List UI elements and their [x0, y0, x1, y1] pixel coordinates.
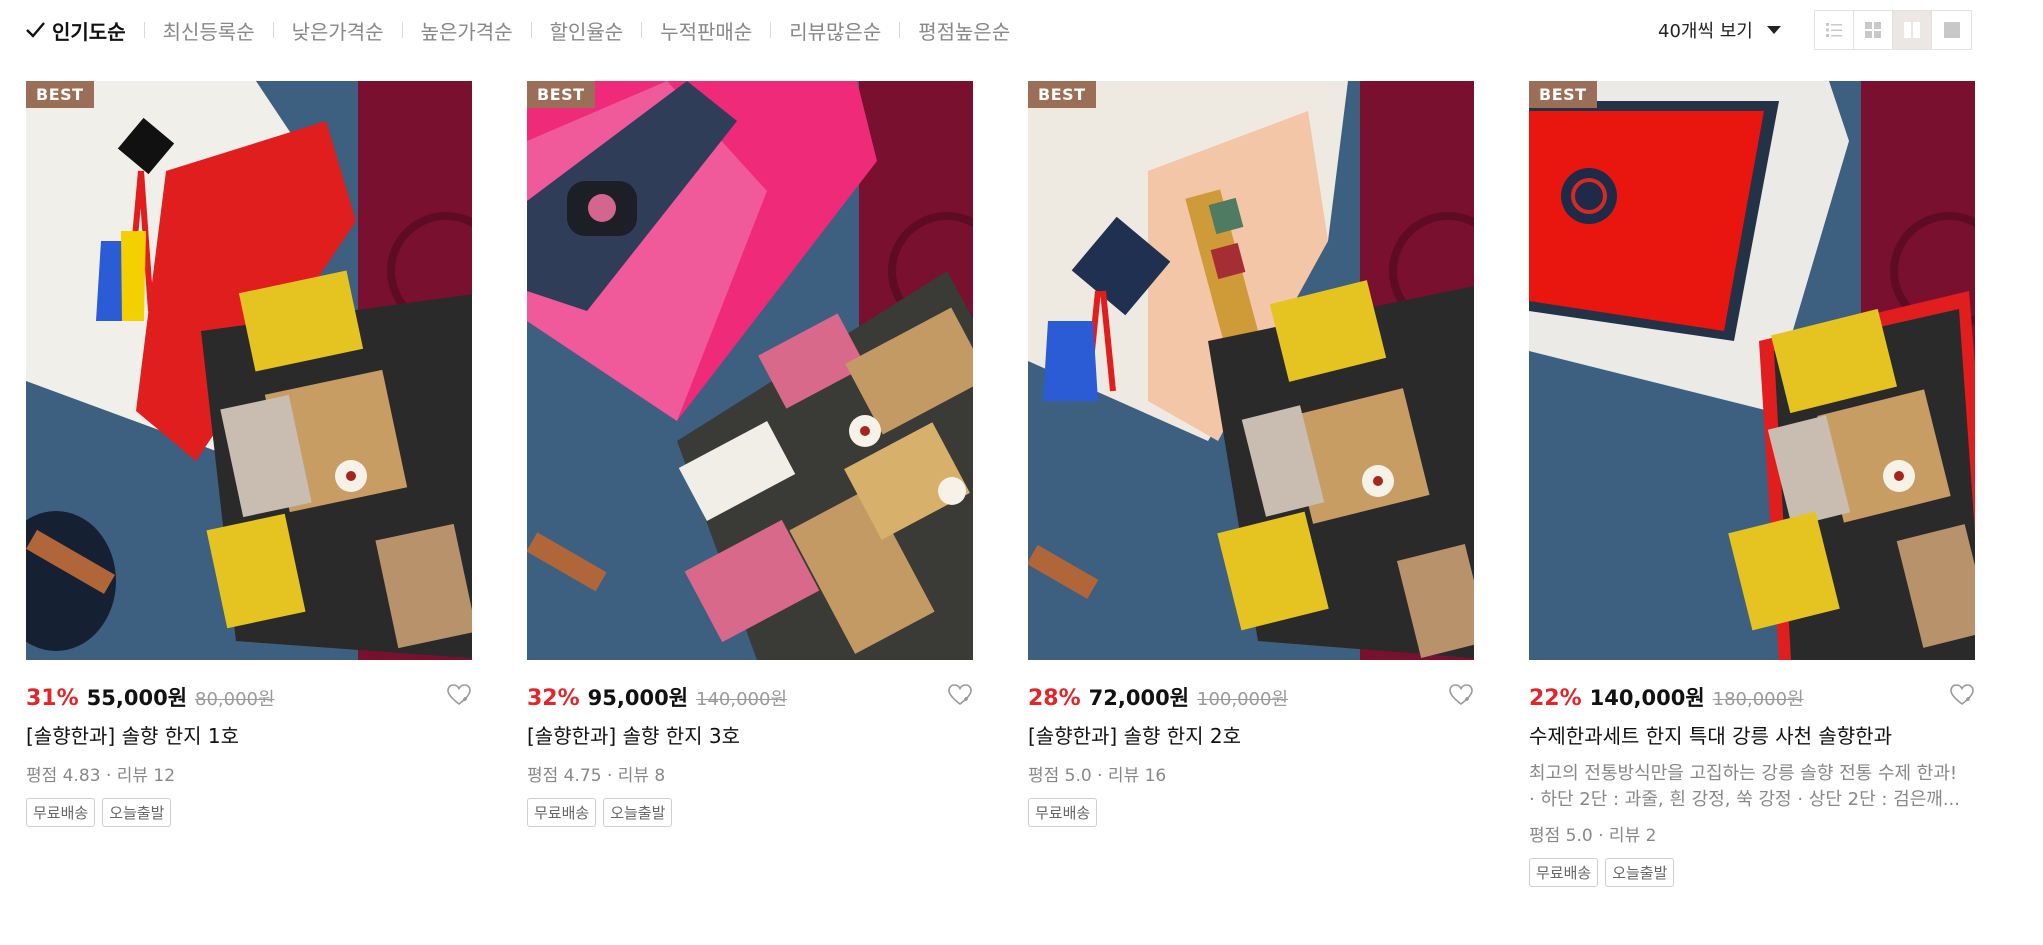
heart-icon[interactable] — [1949, 682, 1975, 708]
grid-2-view-icon — [1904, 22, 1920, 38]
sort-option-label: 인기도순 — [52, 19, 126, 44]
price-row: 32% 95,000원 140,000원 — [527, 682, 973, 712]
rating-review: 평점 5.0 · 리뷰 2 — [1529, 826, 1657, 846]
view-mode-switcher — [1814, 10, 1972, 50]
tag-same-day: 오늘출발 — [603, 798, 673, 827]
tag-free-shipping: 무료배송 — [1529, 858, 1599, 887]
price-row: 22% 140,000원 180,000원 — [1529, 682, 1975, 712]
divider — [641, 22, 643, 38]
price-row: 28% 72,000원 100,000원 — [1028, 682, 1474, 712]
sale-price: 55,000원 — [86, 686, 188, 710]
grid-4-view-icon — [1865, 22, 1881, 38]
tag-same-day: 오늘출발 — [1605, 858, 1675, 887]
product-description: 최고의 전통방식만을 고집하는 강릉 솔향 전통 수제 한과! · 하단 2단 … — [1529, 761, 1969, 813]
divider — [530, 22, 532, 38]
tag-same-day: 오늘출발 — [102, 798, 172, 827]
price-row: 31% 55,000원 80,000원 — [26, 682, 472, 712]
tag-free-shipping: 무료배송 — [1028, 798, 1098, 827]
sort-option-label: 높은가격순 — [420, 19, 513, 44]
product-card[interactable]: BEST 31% 55,000원 80,000원 [솔향한과] 솔향 한지 1호… — [26, 81, 472, 827]
discount-rate: 32% — [527, 686, 580, 711]
product-image[interactable]: BEST — [26, 81, 472, 660]
sort-option-reviews[interactable]: 리뷰많은순 — [789, 16, 881, 45]
sale-price: 95,000원 — [587, 686, 689, 710]
hangwa-gift-box-image — [1028, 81, 1474, 660]
product-title[interactable]: [솔향한과] 솔향 한지 1호 — [26, 720, 472, 749]
sort-option-popular[interactable]: 인기도순 — [24, 16, 126, 45]
description-line: 최고의 전통방식만을 고집하는 강릉 솔향 전통 수제 한과! — [1529, 763, 1958, 784]
hangwa-gift-box-image — [527, 81, 973, 660]
heart-icon[interactable] — [947, 682, 973, 708]
sort-option-label: 리뷰많은순 — [789, 19, 882, 44]
rating-review: 평점 5.0 · 리뷰 16 — [1028, 766, 1167, 786]
divider — [272, 22, 274, 38]
description-line: · 하단 2단 : 과줄, 흰 강정, 쑥 강정 · 상단 2단 : 검은깨..… — [1529, 789, 1960, 810]
sort-option-price-high[interactable]: 높은가격순 — [421, 16, 513, 45]
product-title[interactable]: [솔향한과] 솔향 한지 3호 — [527, 720, 973, 749]
tag-list: 무료배송 오늘출발 — [527, 798, 973, 827]
product-title[interactable]: 수제한과세트 한지 특대 강릉 사천 솔향한과 — [1529, 720, 1975, 749]
best-badge: BEST — [1529, 81, 1597, 108]
sale-price: 72,000원 — [1088, 686, 1190, 710]
divider — [770, 22, 772, 38]
single-view-icon — [1943, 22, 1960, 38]
product-title[interactable]: [솔향한과] 솔향 한지 2호 — [1028, 720, 1474, 749]
original-price: 100,000원 — [1197, 689, 1289, 710]
product-image[interactable]: BEST — [1028, 81, 1474, 660]
product-card[interactable]: BEST 28% 72,000원 100,000원 [솔향한과] 솔향 한지 2… — [1028, 81, 1474, 827]
sort-option-label: 할인율순 — [549, 19, 624, 44]
hangwa-gift-box-image — [26, 81, 472, 660]
per-page-select[interactable]: 40개씩 보기 — [1658, 14, 1781, 46]
product-image[interactable]: BEST — [527, 81, 973, 660]
sort-option-label: 낮은가격순 — [291, 19, 384, 44]
sort-option-newest[interactable]: 최신등록순 — [163, 16, 255, 45]
sort-option-sales[interactable]: 누적판매순 — [660, 16, 752, 45]
best-badge: BEST — [1028, 81, 1096, 108]
original-price: 140,000원 — [696, 689, 788, 710]
rating-review: 평점 4.75 · 리뷰 8 — [527, 766, 666, 786]
discount-rate: 22% — [1529, 686, 1582, 711]
sort-option-discount[interactable]: 할인율순 — [550, 16, 624, 45]
rating-review: 평점 4.83 · 리뷰 12 — [26, 766, 176, 786]
original-price: 80,000원 — [195, 689, 275, 710]
per-page-label: 40개씩 보기 — [1658, 21, 1753, 42]
view-mode-single[interactable] — [1932, 11, 1971, 49]
divider — [143, 22, 145, 38]
sort-option-price-low[interactable]: 낮은가격순 — [292, 16, 384, 45]
caret-down-icon — [1766, 26, 1781, 34]
tag-free-shipping: 무료배송 — [26, 798, 96, 827]
product-card[interactable]: BEST 22% 140,000원 180,000원 수제한과세트 한지 특대 … — [1529, 81, 1975, 887]
view-mode-grid-4[interactable] — [1854, 11, 1893, 49]
product-card[interactable]: BEST 32% 95,000원 140,000원 [솔향한과] 솔향 한지 3… — [527, 81, 973, 827]
discount-rate: 28% — [1028, 686, 1081, 711]
view-mode-grid-2[interactable] — [1893, 11, 1932, 49]
best-badge: BEST — [26, 81, 94, 108]
tag-list: 무료배송 — [1028, 798, 1474, 827]
list-view-icon — [1826, 23, 1842, 37]
sale-price: 140,000원 — [1589, 686, 1705, 710]
original-price: 180,000원 — [1712, 689, 1804, 710]
best-badge: BEST — [527, 81, 595, 108]
divider — [401, 22, 403, 38]
view-mode-list[interactable] — [1815, 11, 1854, 49]
sort-option-label: 최신등록순 — [162, 19, 255, 44]
sort-option-rating[interactable]: 평점높은순 — [918, 16, 1010, 45]
heart-icon[interactable] — [446, 682, 472, 708]
heart-icon[interactable] — [1448, 682, 1474, 708]
sort-option-label: 평점높은순 — [918, 19, 1011, 44]
hangwa-gift-box-image — [1529, 81, 1975, 660]
tag-list: 무료배송 오늘출발 — [1529, 858, 1975, 887]
check-icon — [26, 22, 45, 38]
discount-rate: 31% — [26, 686, 79, 711]
sort-option-label: 누적판매순 — [660, 19, 753, 44]
sort-bar: 인기도순 최신등록순 낮은가격순 높은가격순 할인율순 누적판매순 리뷰많은순 … — [24, 14, 1010, 46]
tag-free-shipping: 무료배송 — [527, 798, 597, 827]
tag-list: 무료배송 오늘출발 — [26, 798, 472, 827]
divider — [899, 22, 901, 38]
product-image[interactable]: BEST — [1529, 81, 1975, 660]
